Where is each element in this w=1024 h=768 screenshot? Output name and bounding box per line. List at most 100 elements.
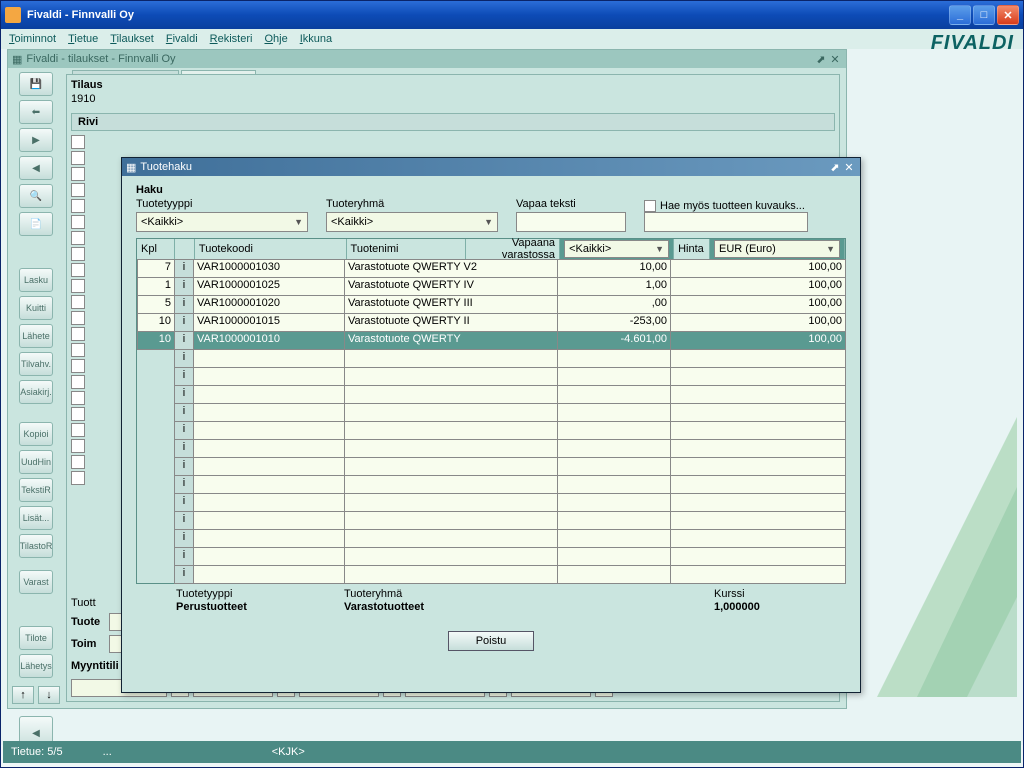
- btn-lahetys[interactable]: Lähetys: [19, 654, 53, 678]
- cell-kpl[interactable]: 1: [137, 277, 175, 296]
- cell-kpl[interactable]: 10: [137, 313, 175, 332]
- rivi-checkbox[interactable]: [71, 263, 85, 277]
- rivi-checkbox[interactable]: [71, 343, 85, 357]
- cell-name[interactable]: Varastotuote QWERTY II: [344, 313, 558, 332]
- rivi-checkbox[interactable]: [71, 167, 85, 181]
- info-button[interactable]: i: [174, 403, 194, 422]
- btn-tekstir[interactable]: TekstiR: [19, 478, 53, 502]
- close-button[interactable]: ✕: [997, 5, 1019, 25]
- cell-name[interactable]: Varastotuote QWERTY III: [344, 295, 558, 314]
- cell-kpl[interactable]: 10: [137, 331, 175, 350]
- info-button[interactable]: i: [174, 277, 194, 296]
- info-button[interactable]: i: [174, 331, 194, 350]
- table-row[interactable]: 10iVAR1000001015Varastotuote QWERTY II-2…: [137, 313, 845, 331]
- info-button[interactable]: i: [174, 475, 194, 494]
- rivi-checkbox[interactable]: [71, 231, 85, 245]
- menu-rekisteri[interactable]: Rekisteri: [210, 33, 253, 45]
- rivi-checkbox[interactable]: [71, 135, 85, 149]
- info-button[interactable]: i: [174, 493, 194, 512]
- info-button[interactable]: i: [174, 457, 194, 476]
- internal-maximize-icon[interactable]: ⬈: [814, 53, 828, 66]
- toolbar-rewind-icon[interactable]: ◀: [19, 156, 53, 180]
- menu-toiminnot[interactable]: Toiminnot: [9, 33, 56, 45]
- btn-lahete[interactable]: Lähete: [19, 324, 53, 348]
- cell-code[interactable]: VAR1000001025: [193, 277, 345, 296]
- btn-uudhin[interactable]: UudHin: [19, 450, 53, 474]
- vapaana-select[interactable]: <Kaikki>▼: [564, 240, 669, 258]
- info-button[interactable]: i: [174, 385, 194, 404]
- toolbar-doc-icon[interactable]: 📄: [19, 212, 53, 236]
- rivi-checkbox[interactable]: [71, 295, 85, 309]
- arrow-up-button[interactable]: ↑: [12, 686, 34, 704]
- cell-name[interactable]: Varastotuote QWERTY IV: [344, 277, 558, 296]
- btn-tilastor[interactable]: TilastoR: [19, 534, 53, 558]
- toolbar-save-icon[interactable]: 💾: [19, 72, 53, 96]
- info-button[interactable]: i: [174, 259, 194, 278]
- table-row[interactable]: 7iVAR1000001030Varastotuote QWERTY V210,…: [137, 259, 845, 277]
- rivi-checkbox[interactable]: [71, 439, 85, 453]
- info-button[interactable]: i: [174, 367, 194, 386]
- rivi-checkbox[interactable]: [71, 151, 85, 165]
- cell-code[interactable]: VAR1000001010: [193, 331, 345, 350]
- maximize-button[interactable]: □: [973, 5, 995, 25]
- toolbar-zoom-icon[interactable]: 🔍: [19, 184, 53, 208]
- rivi-checkbox[interactable]: [71, 423, 85, 437]
- menu-ohje[interactable]: Ohje: [264, 33, 287, 45]
- info-button[interactable]: i: [174, 295, 194, 314]
- menu-ikkuna[interactable]: Ikkuna: [300, 33, 332, 45]
- rivi-checkbox[interactable]: [71, 455, 85, 469]
- menu-tilaukset[interactable]: Tilaukset: [110, 33, 154, 45]
- rivi-checkbox[interactable]: [71, 359, 85, 373]
- btn-tilote[interactable]: Tilote: [19, 626, 53, 650]
- arrow-down-button[interactable]: ↓: [38, 686, 60, 704]
- table-row[interactable]: 5iVAR1000001020Varastotuote QWERTY III,0…: [137, 295, 845, 313]
- cell-kpl[interactable]: 7: [137, 259, 175, 278]
- cell-code[interactable]: VAR1000001015: [193, 313, 345, 332]
- info-button[interactable]: i: [174, 547, 194, 566]
- info-button[interactable]: i: [174, 565, 194, 584]
- rivi-checkbox[interactable]: [71, 375, 85, 389]
- btn-lasku[interactable]: Lasku: [19, 268, 53, 292]
- rivi-checkbox[interactable]: [71, 391, 85, 405]
- rivi-checkbox[interactable]: [71, 199, 85, 213]
- rivi-checkbox[interactable]: [71, 327, 85, 341]
- btn-tilvahv[interactable]: Tilvahv.: [19, 352, 53, 376]
- hinta-select[interactable]: EUR (Euro)▼: [714, 240, 840, 258]
- btn-kopioi[interactable]: Kopioi: [19, 422, 53, 446]
- cell-code[interactable]: VAR1000001020: [193, 295, 345, 314]
- internal-close-icon[interactable]: ✕: [828, 53, 842, 66]
- btn-lisat[interactable]: Lisät...: [19, 506, 53, 530]
- tuotetyyppi-select[interactable]: <Kaikki>▼: [136, 212, 308, 232]
- poistu-button[interactable]: Poistu: [448, 631, 534, 651]
- toolbar-play-icon[interactable]: ▶: [19, 128, 53, 152]
- menu-fivaldi[interactable]: Fivaldi: [166, 33, 198, 45]
- rivi-checkbox[interactable]: [71, 471, 85, 485]
- rivi-checkbox[interactable]: [71, 279, 85, 293]
- dialog-close-icon[interactable]: ✕: [842, 161, 856, 174]
- cell-name[interactable]: Varastotuote QWERTY: [344, 331, 558, 350]
- info-button[interactable]: i: [174, 511, 194, 530]
- rivi-checkbox[interactable]: [71, 407, 85, 421]
- minimize-button[interactable]: _: [949, 5, 971, 25]
- rivi-checkbox[interactable]: [71, 215, 85, 229]
- table-row[interactable]: 1iVAR1000001025Varastotuote QWERTY IV1,0…: [137, 277, 845, 295]
- info-button[interactable]: i: [174, 529, 194, 548]
- vapaa-teksti-input[interactable]: [516, 212, 626, 232]
- tuoteryhma-select[interactable]: <Kaikki>▼: [326, 212, 498, 232]
- info-button[interactable]: i: [174, 421, 194, 440]
- btn-varast[interactable]: Varast: [19, 570, 53, 594]
- btn-asiakirj[interactable]: Asiakirj.: [19, 380, 53, 404]
- rivi-checkbox[interactable]: [71, 183, 85, 197]
- info-button[interactable]: i: [174, 313, 194, 332]
- rivi-checkbox[interactable]: [71, 311, 85, 325]
- hae-kuvaus-input[interactable]: [644, 212, 808, 232]
- toolbar-back-icon[interactable]: ⬅: [19, 100, 53, 124]
- info-button[interactable]: i: [174, 349, 194, 368]
- cell-name[interactable]: Varastotuote QWERTY V2: [344, 259, 558, 278]
- rivi-checkbox[interactable]: [71, 247, 85, 261]
- menu-tietue[interactable]: Tietue: [68, 33, 98, 45]
- btn-kuitti[interactable]: Kuitti: [19, 296, 53, 320]
- dialog-maximize-icon[interactable]: ⬈: [828, 161, 842, 174]
- table-row[interactable]: 10iVAR1000001010Varastotuote QWERTY-4.60…: [137, 331, 845, 349]
- cell-kpl[interactable]: 5: [137, 295, 175, 314]
